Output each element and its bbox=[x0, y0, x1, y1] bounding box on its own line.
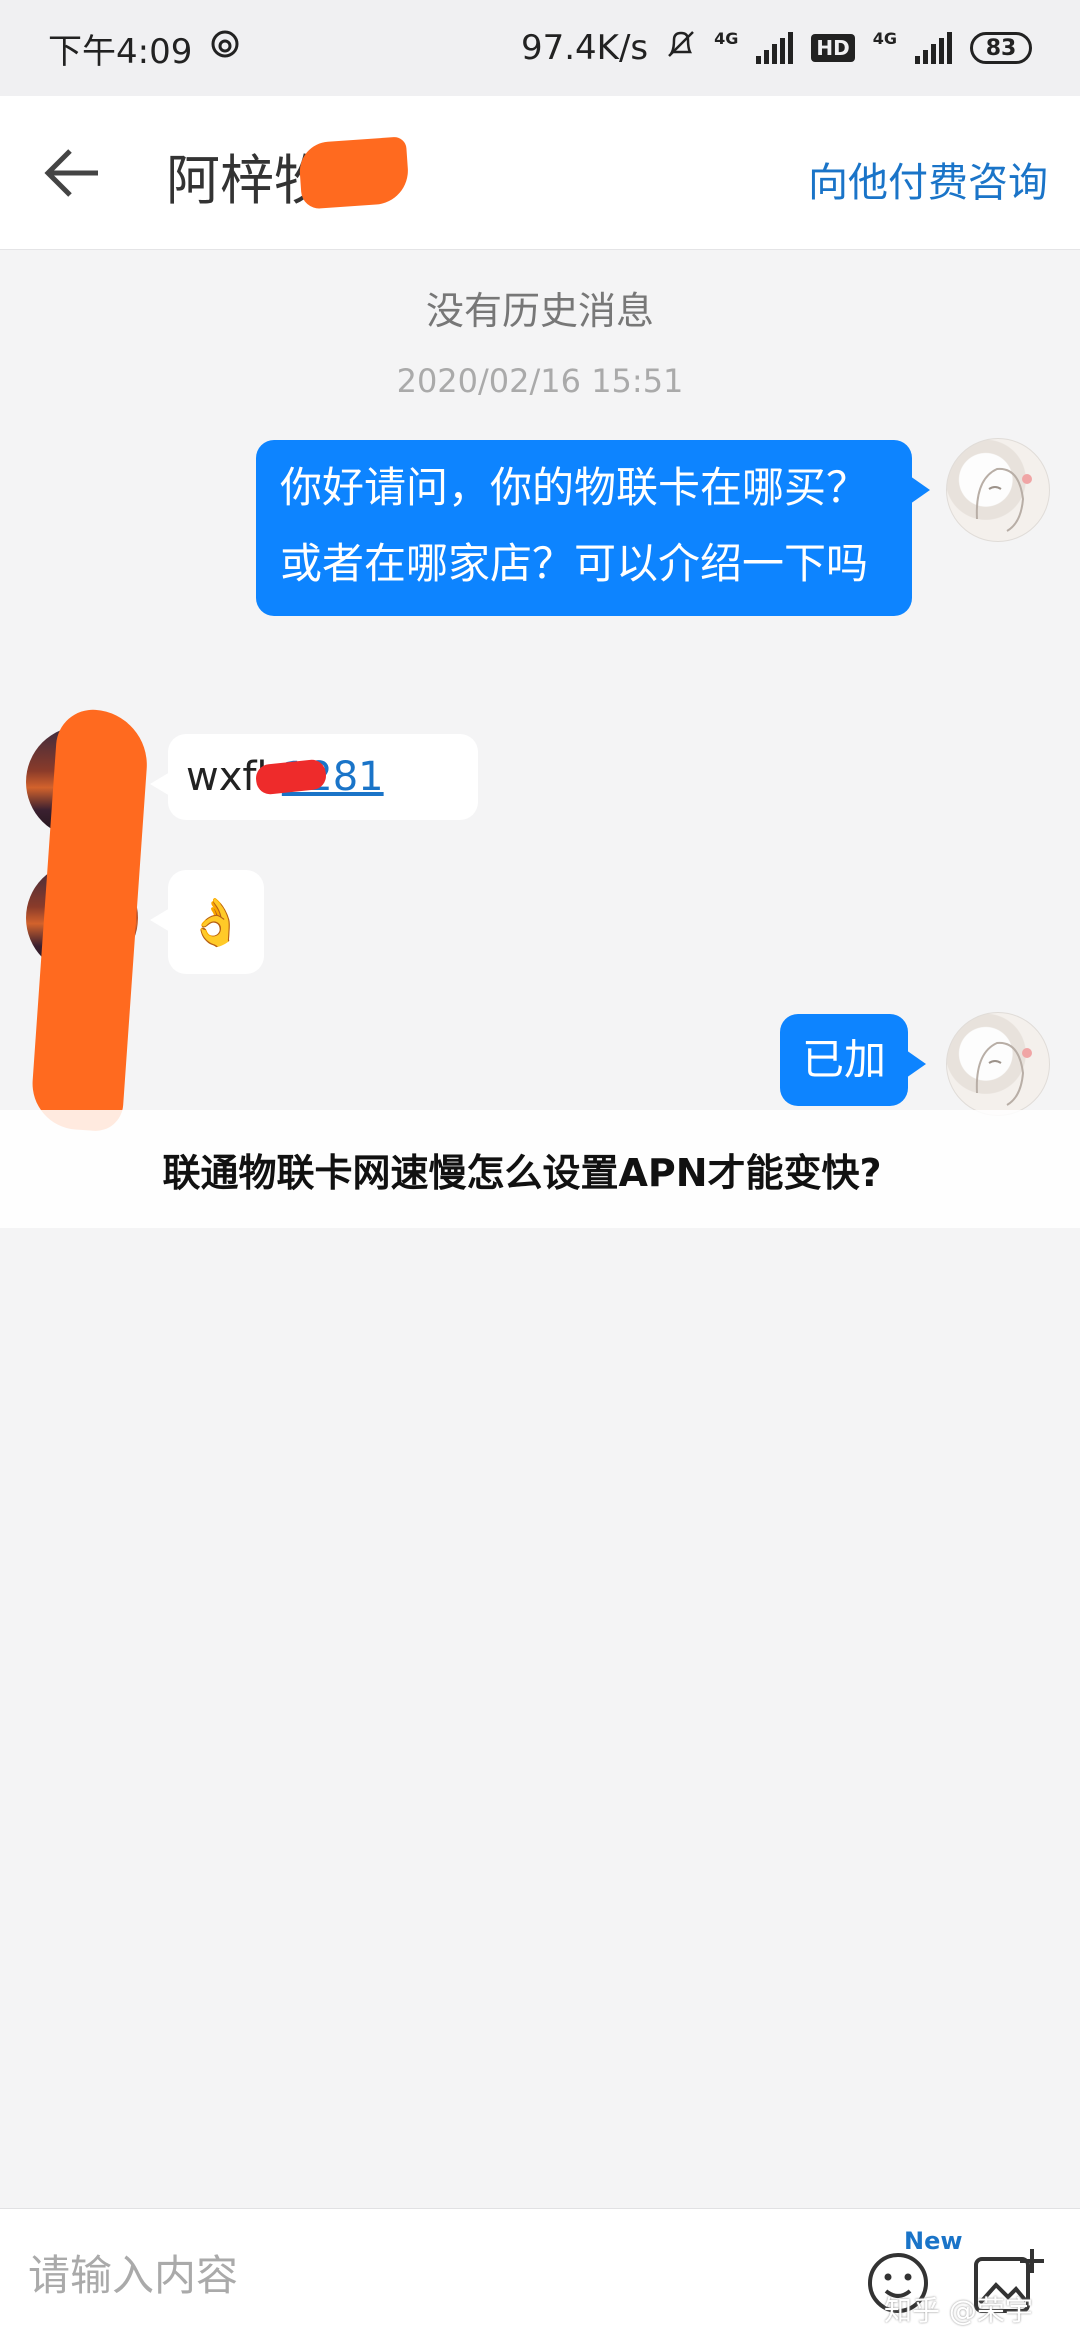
back-button[interactable] bbox=[40, 142, 110, 204]
network-speed: 97.4K/s bbox=[520, 28, 649, 68]
chat-header: 阿梓牧 向他付费咨询 bbox=[0, 96, 1080, 250]
input-bar: New 知乎 @荣宇 bbox=[0, 2208, 1080, 2340]
message-text: 你好请问，你的物联卡在哪买？或者在哪家店？可以介绍一下吗 bbox=[280, 463, 869, 588]
my-avatar[interactable] bbox=[946, 438, 1050, 542]
incoming-emoji-message[interactable]: 👌 bbox=[150, 870, 264, 974]
chat-area[interactable]: 没有历史消息 2020/02/16 15:51 你好请问，你的物联卡在哪买？或者… bbox=[0, 250, 1080, 2208]
sketch-portrait-icon bbox=[975, 467, 1032, 532]
battery-indicator: 83 bbox=[970, 32, 1032, 64]
mute-bell-icon bbox=[666, 28, 696, 69]
outgoing-message[interactable]: 你好请问，你的物联卡在哪买？或者在哪家店？可以介绍一下吗 bbox=[256, 440, 930, 616]
signal-icon bbox=[756, 32, 794, 64]
network-type-1: 4G bbox=[714, 28, 739, 48]
hd-badge: HD bbox=[811, 34, 855, 62]
sketch-portrait-icon bbox=[975, 1041, 1032, 1106]
network-type-2: 4G bbox=[872, 28, 897, 48]
my-avatar[interactable] bbox=[946, 1012, 1050, 1116]
status-bar: 下午4:09 97.4K/s 4G HD 4G 83 bbox=[0, 0, 1080, 96]
watermark: 知乎 @荣宇 bbox=[884, 2294, 1033, 2327]
message-input[interactable] bbox=[28, 2243, 828, 2307]
arrow-left-icon bbox=[44, 149, 98, 197]
signal-icon-2 bbox=[915, 32, 952, 64]
netease-music-icon bbox=[210, 28, 240, 68]
message-timestamp: 2020/02/16 15:51 bbox=[396, 362, 684, 400]
new-badge: New bbox=[904, 2227, 963, 2255]
outgoing-message[interactable]: 已加 bbox=[780, 1014, 926, 1106]
pay-consult-link[interactable]: 向他付费咨询 bbox=[808, 150, 1048, 208]
caption-text: 联通物联卡网速慢怎么设置APN才能变快? bbox=[162, 1150, 882, 1195]
article-caption: 联通物联卡网速慢怎么设置APN才能变快? bbox=[0, 1110, 1080, 1228]
ok-hand-emoji: 👌 bbox=[187, 894, 245, 949]
no-history-label: 没有历史消息 bbox=[425, 289, 654, 333]
message-text: 已加 bbox=[801, 1035, 886, 1084]
status-time: 下午4:09 bbox=[48, 31, 193, 72]
redaction-mark bbox=[297, 136, 411, 210]
